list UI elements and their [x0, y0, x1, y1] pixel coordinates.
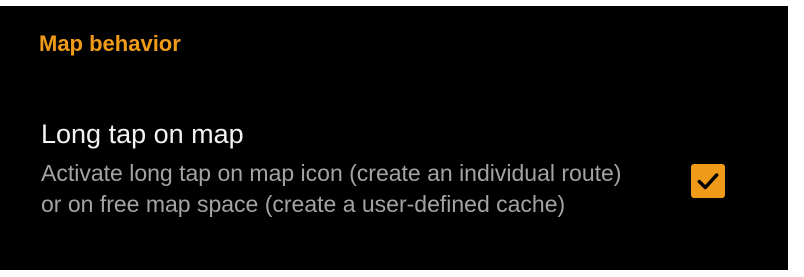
- preference-title: Long tap on map: [41, 119, 244, 149]
- long-tap-checkbox[interactable]: [691, 164, 725, 198]
- settings-screen: Map behavior Long tap on map Activate lo…: [0, 0, 804, 277]
- check-icon: [697, 173, 719, 190]
- frame-bottom-edge: [0, 270, 804, 277]
- frame-right-edge: [788, 0, 804, 277]
- frame-top-edge: [0, 0, 804, 6]
- category-header-map-behavior: Map behavior: [39, 31, 181, 56]
- preference-long-tap-on-map[interactable]: Long tap on map Activate long tap on map…: [0, 100, 788, 270]
- preference-summary: Activate long tap on map icon (create an…: [41, 160, 622, 217]
